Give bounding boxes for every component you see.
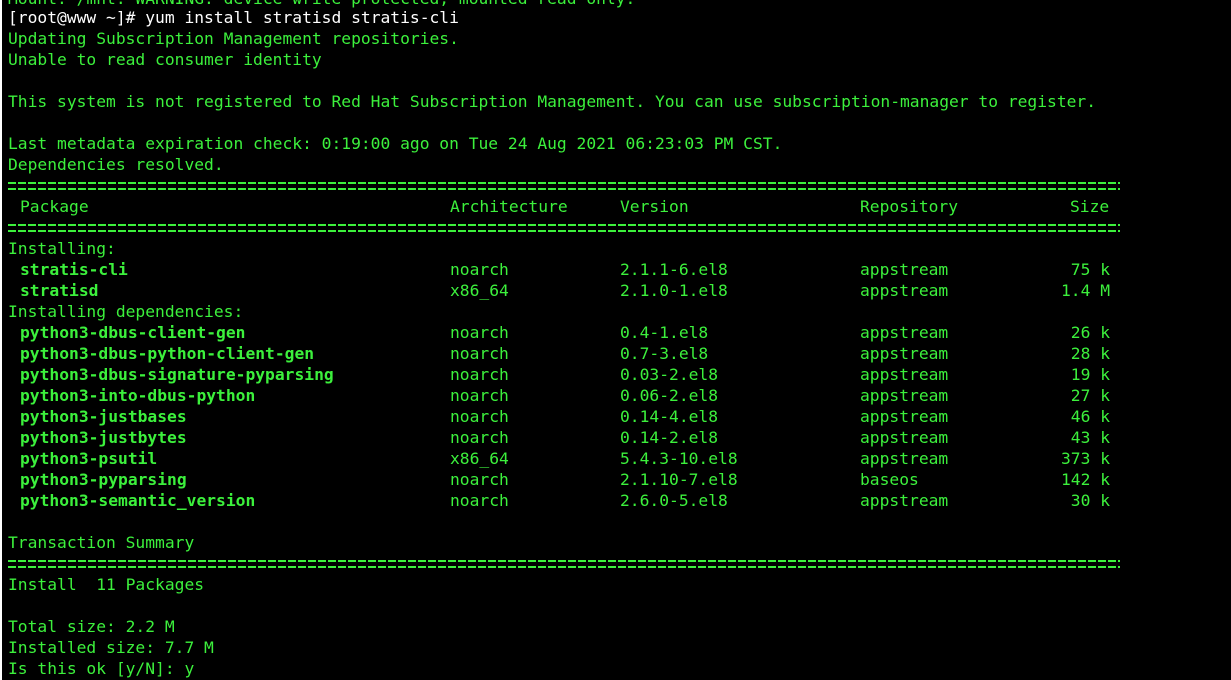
package-repo: appstream: [860, 281, 949, 300]
package-repo: appstream: [860, 491, 949, 510]
package-size: 75 k: [1070, 260, 1110, 279]
package-arch: noarch: [450, 407, 509, 426]
output-line-consumer-identity: Unable to read consumer identity: [8, 50, 322, 69]
header-version: Version: [620, 197, 689, 216]
package-arch: noarch: [450, 323, 509, 342]
package-name: python3-dbus-signature-pyparsing: [20, 365, 334, 384]
package-name: python3-justbytes: [20, 428, 187, 447]
table-row: python3-dbus-client-gen noarch 0.4-1.el8…: [8, 322, 1110, 343]
table-row: python3-dbus-signature-pyparsing noarch …: [8, 364, 1110, 385]
package-arch: x86_64: [450, 449, 509, 468]
table-row: python3-pyparsing noarch 2.1.10-7.el8 ba…: [8, 469, 1110, 490]
package-name: python3-psutil: [20, 449, 158, 468]
total-size-line: Total size: 2.2 M: [8, 617, 175, 636]
package-repo: appstream: [860, 407, 949, 426]
table-row: stratis-cli noarch 2.1.1-6.el8 appstream…: [8, 259, 1110, 280]
package-repo: appstream: [860, 260, 949, 279]
package-repo: appstream: [860, 449, 949, 468]
table-row: python3-into-dbus-python noarch 0.06-2.e…: [8, 385, 1110, 406]
package-name: python3-justbases: [20, 407, 187, 426]
package-name: python3-semantic_version: [20, 491, 256, 510]
separator-rule: [8, 180, 1120, 192]
section-label-installing: Installing:: [8, 239, 116, 258]
table-row: stratisd x86_64 2.1.0-1.el8 appstream 1.…: [8, 280, 1110, 301]
install-count-line: Install 11 Packages: [8, 575, 205, 594]
package-arch: noarch: [450, 344, 509, 363]
package-size: 19 k: [1070, 365, 1110, 384]
package-size: 46 k: [1070, 407, 1110, 426]
package-repo: appstream: [860, 323, 949, 342]
table-row: python3-semantic_version noarch 2.6.0-5.…: [8, 490, 1110, 511]
package-version: 2.1.0-1.el8: [620, 281, 728, 300]
package-arch: noarch: [450, 428, 509, 447]
output-line-deps-resolved: Dependencies resolved.: [8, 155, 224, 174]
package-name: stratis-cli: [20, 260, 128, 279]
command-line[interactable]: [root@www ~]# yum install stratisd strat…: [8, 7, 459, 28]
separator-rule: [8, 222, 1120, 234]
package-repo: appstream: [860, 386, 949, 405]
package-version: 0.14-4.el8: [620, 407, 719, 426]
package-version: 2.6.0-5.el8: [620, 491, 728, 510]
package-arch: noarch: [450, 260, 509, 279]
package-version: 0.14-2.el8: [620, 428, 719, 447]
package-repo: appstream: [860, 365, 949, 384]
package-arch: noarch: [450, 491, 509, 510]
package-repo: baseos: [860, 470, 919, 489]
package-version: 0.7-3.el8: [620, 344, 709, 363]
package-repo: appstream: [860, 344, 949, 363]
header-size: Size: [1070, 197, 1110, 216]
package-size: 26 k: [1070, 323, 1110, 342]
output-line-metadata-check: Last metadata expiration check: 0:19:00 …: [8, 134, 783, 153]
package-arch: noarch: [450, 365, 509, 384]
package-version: 2.1.10-7.el8: [620, 470, 738, 489]
confirm-prompt-line[interactable]: Is this ok [y/N]: y: [8, 658, 194, 679]
table-header-row: Package Architecture Version Repository …: [8, 196, 1109, 217]
package-size: 373 k: [1060, 449, 1110, 468]
header-package: Package: [20, 197, 89, 216]
section-label-dependencies: Installing dependencies:: [8, 302, 244, 321]
package-size: 30 k: [1070, 491, 1110, 510]
package-version: 0.03-2.el8: [620, 365, 719, 384]
header-repository: Repository: [860, 197, 959, 216]
package-name: python3-pyparsing: [20, 470, 187, 489]
separator-rule: [8, 558, 1120, 570]
terminal-window[interactable]: Mount: /mnt: WARNING: device write-prote…: [0, 0, 1231, 680]
package-arch: noarch: [450, 470, 509, 489]
header-architecture: Architecture: [450, 197, 568, 216]
package-repo: appstream: [860, 428, 949, 447]
package-version: 0.4-1.el8: [620, 323, 709, 342]
package-version: 5.4.3-10.el8: [620, 449, 738, 468]
package-size: 142 k: [1060, 470, 1110, 489]
package-size: 43 k: [1070, 428, 1110, 447]
package-version: 2.1.1-6.el8: [620, 260, 728, 279]
package-name: python3-dbus-python-client-gen: [20, 344, 315, 363]
package-name: python3-dbus-client-gen: [20, 323, 246, 342]
table-row: python3-dbus-python-client-gen noarch 0.…: [8, 343, 1110, 364]
transaction-summary-label: Transaction Summary: [8, 533, 195, 552]
package-name: stratisd: [20, 281, 99, 300]
table-row: python3-justbases noarch 0.14-4.el8 apps…: [8, 406, 1110, 427]
package-size: 27 k: [1070, 386, 1110, 405]
shell-prompt: [root@www ~]#: [8, 8, 136, 27]
installed-size-line: Installed size: 7.7 M: [8, 638, 214, 657]
package-name: python3-into-dbus-python: [20, 386, 256, 405]
table-row: python3-psutil x86_64 5.4.3-10.el8 appst…: [8, 448, 1110, 469]
package-size: 1.4 M: [1060, 281, 1110, 300]
package-size: 28 k: [1070, 344, 1110, 363]
command-text: yum install stratisd stratis-cli: [135, 8, 459, 27]
table-row: python3-justbytes noarch 0.14-2.el8 apps…: [8, 427, 1110, 448]
package-arch: x86_64: [450, 281, 509, 300]
output-line-not-registered: This system is not registered to Red Hat…: [8, 92, 1097, 111]
package-version: 0.06-2.el8: [620, 386, 719, 405]
package-arch: noarch: [450, 386, 509, 405]
output-line-subscription: Updating Subscription Management reposit…: [8, 29, 459, 48]
